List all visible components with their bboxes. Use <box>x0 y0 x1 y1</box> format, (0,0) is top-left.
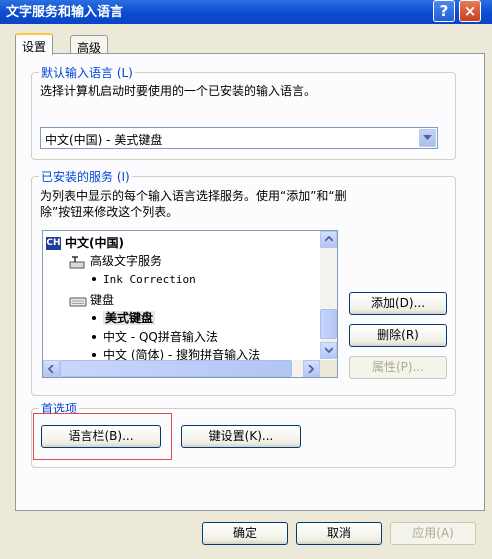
scroll-left-icon[interactable] <box>43 360 60 377</box>
tree-vertical-scroll-thumb[interactable] <box>320 309 337 339</box>
scroll-right-icon[interactable] <box>303 360 320 377</box>
tab-settings[interactable]: 设置 <box>15 33 54 55</box>
properties-button[interactable]: 属性(P)... <box>349 356 447 379</box>
bullet-icon <box>92 315 96 320</box>
key-settings-button[interactable]: 键设置(K)... <box>181 425 301 448</box>
tree-item-ink-correction-label: Ink Correction <box>103 273 196 286</box>
text-services-icon <box>69 255 85 268</box>
add-button[interactable]: 添加(D)... <box>349 292 447 315</box>
tree-item-us-keyboard-label: 美式键盘 <box>103 311 156 325</box>
tree-item-language[interactable]: CH 中文(中国) <box>46 234 124 251</box>
tree-item-ink-correction[interactable]: Ink Correction <box>92 273 196 286</box>
title-bar: 文字服务和输入语言 ? × <box>0 0 492 24</box>
tree-item-keyboard-label: 键盘 <box>90 293 115 307</box>
remove-button[interactable]: 删除(R) <box>349 324 447 347</box>
default-language-description: 选择计算机启动时要使用的一个已安装的输入语言。 <box>40 84 317 98</box>
default-language-legend: 默认输入语言 (L) <box>39 64 135 81</box>
ok-button[interactable]: 确定 <box>202 522 288 545</box>
cancel-button[interactable]: 取消 <box>296 522 382 545</box>
scrollbar-corner <box>320 360 337 377</box>
apply-button[interactable]: 应用(A) <box>390 522 476 545</box>
scroll-down-icon[interactable] <box>320 342 337 359</box>
bullet-icon <box>92 277 96 281</box>
close-icon[interactable]: × <box>459 0 481 22</box>
dropdown-arrow-icon[interactable] <box>419 129 436 147</box>
tab-advanced[interactable]: 高级 <box>70 35 109 55</box>
tree-item-us-keyboard[interactable]: 美式键盘 <box>92 309 156 326</box>
scroll-up-icon[interactable] <box>320 231 337 248</box>
tree-item-qq-pinyin-label: 中文 - QQ拼音输入法 <box>103 330 218 344</box>
installed-services-description-2: 除”按钮来修改这个列表。 <box>40 205 179 219</box>
window-title: 文字服务和输入语言 <box>6 5 124 20</box>
help-icon[interactable]: ? <box>433 0 455 22</box>
installed-services-legend: 已安装的服务 (I) <box>39 168 132 185</box>
keyboard-language-icon: CH <box>46 237 61 250</box>
default-language-select[interactable]: 中文(中国) - 美式键盘 <box>40 127 438 149</box>
bullet-icon <box>92 352 96 357</box>
tree-item-text-services-label: 高级文字服务 <box>90 254 163 268</box>
tree-vertical-scrollbar[interactable] <box>320 231 337 359</box>
tree-item-keyboard[interactable]: 键盘 <box>69 291 114 308</box>
services-tree[interactable]: CH 中文(中国) 高级文字服务 Ink Correction 键盘 美式键盘 中… <box>42 230 338 378</box>
default-language-value: 中文(中国) - 美式键盘 <box>45 133 163 147</box>
tree-horizontal-scrollbar[interactable] <box>43 360 320 377</box>
tree-item-qq-pinyin[interactable]: 中文 - QQ拼音输入法 <box>92 328 218 345</box>
highlight-box <box>33 413 172 460</box>
tree-horizontal-scroll-thumb[interactable] <box>60 360 292 377</box>
tab-settings-label: 设置 <box>22 40 47 54</box>
bullet-icon <box>92 334 96 339</box>
tree-item-language-label: 中文(中国) <box>65 236 124 250</box>
installed-services-description-1: 为列表中显示的每个输入语言选择服务。使用“添加”和“删 <box>40 189 347 203</box>
tree-item-text-services[interactable]: 高级文字服务 <box>69 252 162 269</box>
keyboard-icon <box>69 297 87 306</box>
